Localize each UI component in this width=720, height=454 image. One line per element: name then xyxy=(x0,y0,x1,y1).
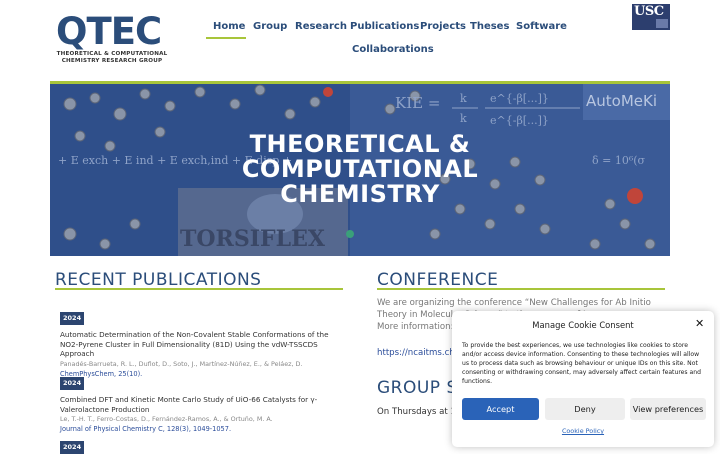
publication-authors: Le, T.-H. T., Ferro-Costas, D., Fernánde… xyxy=(60,415,273,423)
hero-title-line1: THEORETICAL & xyxy=(249,130,471,158)
cookie-dialog-title: Manage Cookie Consent xyxy=(532,320,634,330)
publication-title[interactable]: Combined DFT and Kinetic Monte Carlo Stu… xyxy=(60,395,340,414)
svg-text:e^{-β[...]}: e^{-β[...]} xyxy=(490,92,549,105)
logo-subtitle-line1: THEORETICAL & COMPUTATIONAL xyxy=(56,51,168,57)
usc-logo[interactable]: USC xyxy=(632,4,670,30)
publication-year-badge: 2024 xyxy=(60,441,85,454)
group-seminars-heading: GROUP S xyxy=(377,378,458,398)
publication-authors: Panadés-Barrueta, R. L., Duflot, D., Sot… xyxy=(60,359,303,368)
cookie-consent-dialog: Manage Cookie Consent ✕ To provide the b… xyxy=(452,311,714,447)
nav-projects[interactable]: Projects xyxy=(420,20,466,34)
qtec-logo[interactable]: QTEC THEORETICAL & COMPUTATIONAL CHEMIST… xyxy=(56,10,168,66)
nav-group[interactable]: Group xyxy=(253,20,287,34)
hero-title: THEORETICAL & COMPUTATIONAL CHEMISTRY xyxy=(210,132,510,207)
publication-item: 2024 Automatic Determination of the Non-… xyxy=(60,305,340,379)
nav-theses[interactable]: Theses xyxy=(470,20,509,34)
nav-active-indicator xyxy=(206,37,246,39)
cookie-deny-button[interactable]: Deny xyxy=(545,398,625,420)
logo-subtitle-line2: CHEMISTRY RESEARCH GROUP xyxy=(61,58,163,64)
cookie-accept-button[interactable]: Accept xyxy=(462,398,539,420)
cookie-preferences-button[interactable]: View preferences xyxy=(630,398,706,420)
hero-title-line3: CHEMISTRY xyxy=(280,180,440,208)
svg-text:δ = 10⁶(σ: δ = 10⁶(σ xyxy=(592,154,646,167)
svg-text:KIE =: KIE = xyxy=(395,94,440,112)
cookie-dialog-body: To provide the best experiences, we use … xyxy=(462,342,702,385)
conference-underline xyxy=(377,288,665,290)
svg-text:k: k xyxy=(460,92,467,105)
nav-collaborations[interactable]: Collaborations xyxy=(352,43,434,57)
nav-publications[interactable]: Publications xyxy=(350,20,419,34)
publication-year-badge: 2024 xyxy=(60,377,85,390)
svg-text:e^{-β[...]}: e^{-β[...]} xyxy=(490,114,549,127)
conference-link[interactable]: https://ncaitms.che xyxy=(377,347,460,359)
svg-text:k: k xyxy=(460,112,467,125)
nav-home[interactable]: Home xyxy=(213,20,245,34)
close-icon[interactable]: ✕ xyxy=(695,318,704,330)
hero-banner: KIE = k k e^{-β[...]} e^{-β[...]} + E ex… xyxy=(50,84,670,256)
cookie-policy-link[interactable]: Cookie Policy xyxy=(452,427,714,435)
page: QTEC THEORETICAL & COMPUTATIONAL CHEMIST… xyxy=(0,0,720,454)
nav-research[interactable]: Research xyxy=(295,20,347,34)
svg-text:TORSIFLEX: TORSIFLEX xyxy=(180,226,326,252)
usc-crest-icon xyxy=(656,19,668,28)
publication-journal[interactable]: Journal of Physical Chemistry C, 128(3),… xyxy=(60,425,340,434)
publication-year-badge: 2024 xyxy=(60,312,85,325)
conference-heading: CONFERENCE xyxy=(377,270,499,290)
usc-logo-text: USC xyxy=(634,4,664,19)
publication-item: 2024 xyxy=(60,434,340,454)
recent-publications-heading: RECENT PUBLICATIONS xyxy=(55,270,262,290)
hero-title-line2: COMPUTATIONAL xyxy=(241,155,479,183)
conference-more-info-label: More information: xyxy=(377,322,454,332)
publication-title[interactable]: Automatic Determination of the Non-Coval… xyxy=(60,330,340,359)
nav-software[interactable]: Software xyxy=(516,20,567,34)
group-seminars-text: On Thursdays at 1 xyxy=(377,407,456,417)
logo-wordmark: QTEC xyxy=(56,10,162,53)
recent-publications-underline xyxy=(55,288,343,290)
svg-text:AutoMeKi: AutoMeKi xyxy=(586,92,657,110)
publication-item: 2024 Combined DFT and Kinetic Monte Carl… xyxy=(60,370,340,434)
